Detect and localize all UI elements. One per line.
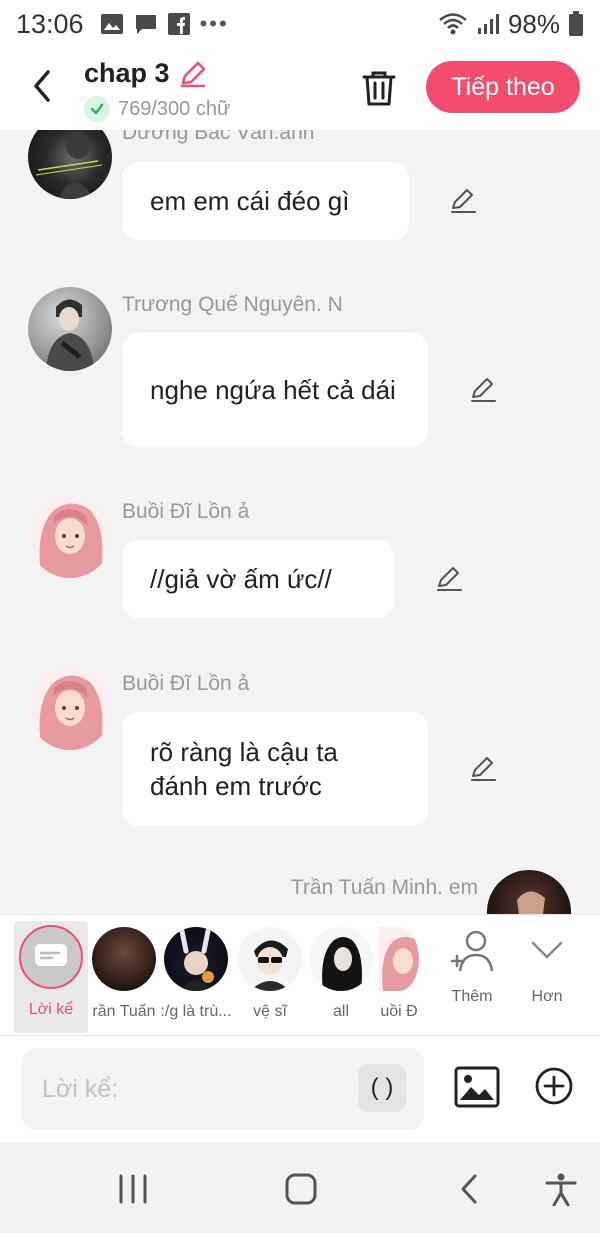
message-text: //giả vờ ấm ức// [150,564,332,594]
chevron-down-icon [531,941,563,959]
avatar[interactable] [28,494,112,578]
add-character-label: Thêm [451,988,493,1005]
character-item[interactable]: rần Tuấn [88,923,160,1021]
message-text: em em cái đéo gì [150,186,350,216]
avatar[interactable] [487,870,571,914]
message-bubble[interactable]: //giả vờ ấm ức// [122,540,394,618]
status-time: 13:06 [16,8,84,39]
character-name: Lời kể [28,1001,74,1018]
message-icon [135,15,156,34]
character-item[interactable]: :/g là trù... [160,923,232,1021]
more-icon: ••• [199,11,229,36]
status-bar: 13:06 ••• 98% [0,0,600,48]
composer-box: ( ) [22,1048,424,1130]
sender-name: Buồi Đĩ Lồn ả [122,672,250,695]
back-arrow-icon[interactable] [26,66,58,106]
message-bubble[interactable]: nghe ngứa hết cả dái [122,333,428,447]
character-selector: Lời kể rần Tuấn :/g là trù... vệ sĩ all … [0,914,600,1036]
more-characters-label: Hơn [531,988,563,1005]
battery-icon [569,11,583,36]
page-title: chap 3 [84,58,170,88]
nav-back-icon[interactable] [451,1172,487,1206]
message-text: nghe ngứa hết cả dái [150,375,396,405]
character-name: all [332,1003,349,1020]
word-count: 769/300 chữ [118,97,231,120]
narration-input[interactable] [42,1070,342,1108]
trash-icon[interactable] [360,68,398,108]
character-name: vệ sĩ [253,1003,287,1020]
character-name: rần Tuấn [92,1003,156,1020]
facebook-icon [167,13,190,35]
character-avatar [238,927,302,991]
edit-message-pencil-icon[interactable] [434,564,464,594]
wifi-icon [439,13,467,35]
check-icon [84,96,110,122]
recent-apps-icon[interactable] [115,1172,151,1206]
message-bubble[interactable]: rõ ràng là cậu ta đánh em trước [122,712,428,826]
image-icon[interactable] [454,1066,500,1108]
sender-name: Trần Tuấn Minh. em [290,876,478,899]
sender-name: Dương Bắc Vân.anh [122,130,315,144]
character-item[interactable]: uồi Đ [378,923,420,1021]
accessibility-icon[interactable] [543,1172,579,1206]
edit-title-pencil-icon[interactable] [178,59,208,89]
next-button[interactable]: Tiếp theo [426,61,580,113]
sender-name: Buồi Đĩ Lồn ả [122,500,250,523]
gallery-icon [100,14,123,34]
character-avatar [164,927,228,991]
character-item[interactable]: vệ sĩ [234,923,306,1021]
composer: ( ) [0,1036,600,1142]
message-bubble[interactable]: em em cái đéo gì [122,162,409,240]
app-header: chap 3 769/300 chữ Tiếp theo [0,48,600,130]
add-character-button[interactable]: Thêm [437,929,507,1006]
more-characters-button[interactable]: Hơn [512,929,582,1006]
edit-message-pencil-icon[interactable] [468,375,498,405]
message-text: rõ ràng là cậu ta đánh em trước [150,737,338,801]
battery-percent: 98% [507,8,560,39]
avatar[interactable] [28,287,112,371]
character-item[interactable]: all [305,923,377,1021]
avatar[interactable] [28,130,112,199]
character-avatar [379,927,419,991]
parentheses-button[interactable]: ( ) [358,1064,406,1112]
add-user-icon [450,930,494,972]
signal-icon [477,14,499,34]
character-avatar [309,927,373,991]
add-circle-icon[interactable] [534,1066,574,1106]
character-name: uồi Đ [380,1003,418,1020]
avatar[interactable] [28,666,112,750]
system-navigation-bar [0,1142,600,1233]
edit-message-pencil-icon[interactable] [448,186,478,216]
home-icon[interactable] [283,1172,319,1206]
character-avatar [92,927,156,991]
narrator-icon [19,925,83,989]
narrator-character[interactable]: Lời kể [14,921,88,1033]
character-name: :/g là trù... [160,1003,232,1020]
sender-name: Trương Quế Nguyên. N [122,293,343,316]
chat-area[interactable]: Dương Bắc Vân.anh em em cái đéo gì Trươn… [0,130,600,914]
edit-message-pencil-icon[interactable] [468,754,498,784]
